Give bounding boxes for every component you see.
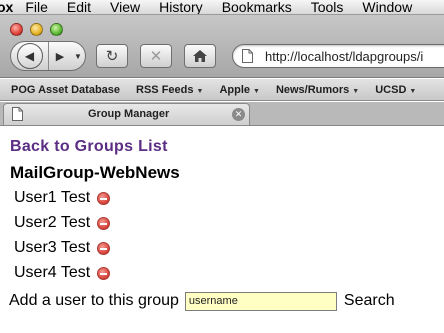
bookmark-label: News/Rumors — [275, 83, 350, 96]
bookmark-ucsd[interactable]: UCSD ▼ — [375, 84, 416, 96]
search-button[interactable]: Search — [344, 292, 395, 310]
dropdown-arrow-icon: ▼ — [352, 87, 360, 95]
user-row: User4 Test — [14, 263, 111, 283]
dropdown-arrow-icon: ▼ — [409, 87, 417, 95]
stop-button[interactable]: ✕ — [140, 44, 172, 68]
remove-user-icon[interactable] — [97, 266, 111, 280]
remove-user-icon[interactable] — [97, 241, 111, 255]
back-button[interactable]: ◀ — [11, 42, 49, 70]
group-title: MailGroup-WebNews — [10, 163, 180, 182]
back-to-groups-link[interactable]: Back to Groups List — [10, 138, 168, 156]
bookmark-pog-asset-database[interactable]: POG Asset Database — [11, 84, 120, 96]
page-content: Back to Groups List MailGroup-WebNews Us… — [0, 127, 444, 333]
user-row: User2 Test — [14, 213, 111, 233]
address-bar[interactable]: http://localhost/ldapgroups/i — [232, 44, 444, 68]
bookmark-news-rumors[interactable]: News/Rumors ▼ — [276, 84, 359, 96]
bookmark-label: UCSD — [375, 83, 407, 96]
menu-history[interactable]: History — [159, 0, 203, 14]
tab-bar: Group Manager ✕ — [0, 102, 444, 126]
bookmark-label: Apple — [219, 83, 250, 96]
menu-tools[interactable]: Tools — [311, 0, 344, 14]
menu-file[interactable]: File — [25, 0, 48, 14]
forward-arrow-icon: ▶ — [55, 50, 65, 63]
add-user-label: Add a user to this group — [9, 292, 179, 309]
bookmark-rss-feeds[interactable]: RSS Feeds ▼ — [136, 84, 203, 96]
bookmark-apple[interactable]: Apple ▼ — [219, 84, 260, 96]
menu-view[interactable]: View — [110, 0, 140, 14]
bookmark-label: RSS Feeds — [136, 83, 194, 96]
minimize-window-button[interactable] — [30, 23, 43, 36]
app-menu[interactable]: ox — [0, 0, 13, 14]
user-row: User1 Test — [14, 188, 111, 208]
username-input[interactable] — [184, 291, 337, 311]
user-name: User2 Test — [14, 214, 91, 231]
home-icon — [193, 50, 207, 62]
menu-window[interactable]: Window — [362, 0, 412, 14]
history-dropdown-button[interactable]: ▼ — [71, 42, 85, 70]
tab-title: Group Manager — [88, 108, 170, 120]
bookmarks-bar: POG Asset Database RSS Feeds ▼ Apple ▼ New… — [0, 79, 444, 101]
stop-icon: ✕ — [149, 48, 163, 65]
add-user-form: Add a user to this group Search — [9, 290, 395, 312]
reload-button[interactable]: ↻ — [96, 44, 128, 68]
bookmark-label: POG Asset Database — [11, 83, 121, 96]
chevron-down-icon: ▼ — [74, 51, 82, 61]
user-name: User4 Test — [14, 264, 91, 281]
user-row: User3 Test — [14, 238, 111, 258]
close-window-button[interactable] — [10, 23, 23, 36]
user-name: User1 Test — [14, 189, 91, 206]
remove-user-icon[interactable] — [97, 216, 111, 230]
url-text: http://localhost/ldapgroups/i — [265, 48, 424, 64]
user-name: User3 Test — [14, 239, 91, 256]
reload-icon: ↻ — [105, 48, 119, 65]
close-tab-icon[interactable]: ✕ — [232, 108, 245, 121]
dropdown-arrow-icon: ▼ — [196, 87, 204, 95]
page-icon — [12, 107, 23, 126]
menu-edit[interactable]: Edit — [67, 0, 91, 14]
home-button[interactable] — [184, 44, 216, 68]
menu-bar: ox File Edit View History Bookmarks Tool… — [0, 0, 444, 15]
zoom-window-button[interactable] — [50, 23, 63, 36]
forward-button[interactable]: ▶ — [51, 42, 69, 70]
page-icon — [242, 49, 253, 63]
menu-bookmarks[interactable]: Bookmarks — [222, 0, 292, 14]
navigation-control: ◀ ▶ ▼ — [10, 41, 86, 71]
dropdown-arrow-icon: ▼ — [253, 87, 260, 95]
back-arrow-icon: ◀ — [16, 43, 43, 69]
tab-group-manager[interactable]: Group Manager ✕ — [3, 103, 250, 125]
browser-toolbar: ◀ ▶ ▼ ↻ ✕ http://localhost/ldapgroups/i — [0, 15, 444, 78]
remove-user-icon[interactable] — [97, 191, 111, 205]
